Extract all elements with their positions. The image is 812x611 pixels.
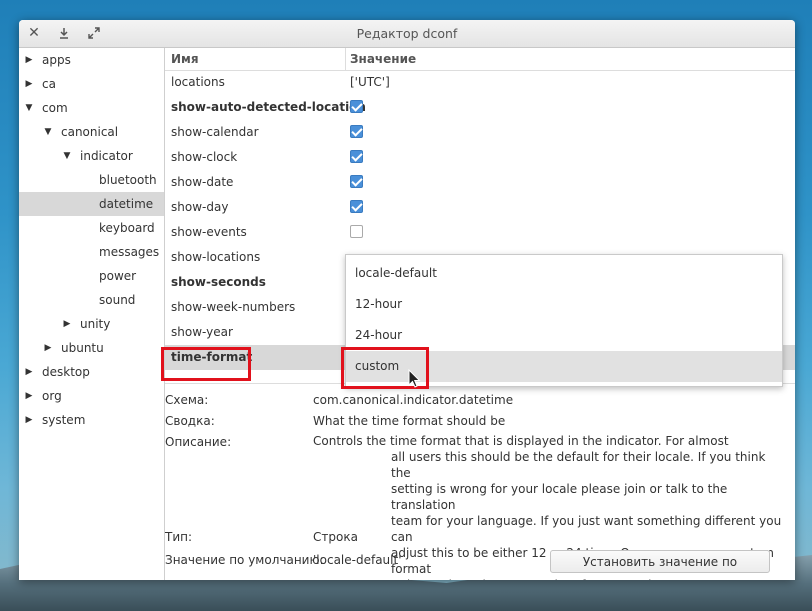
key-name: show-date <box>171 175 234 189</box>
column-header-value[interactable]: Значение <box>350 48 416 70</box>
tree-item-bluetooth[interactable]: bluetooth <box>19 168 164 192</box>
key-row-show-auto-detected-location[interactable]: show-auto-detected-location <box>165 95 795 120</box>
tree-item-keyboard[interactable]: keyboard <box>19 216 164 240</box>
key-value[interactable]: ['UTC'] <box>350 70 390 95</box>
tree-item-power[interactable]: power <box>19 264 164 288</box>
value-checkbox[interactable] <box>350 175 363 188</box>
expander-open-icon[interactable]: ▼ <box>42 120 54 144</box>
reset-default-button[interactable]: Установить значение по умолчанию <box>550 550 770 580</box>
tree-item-label: sound <box>99 293 136 307</box>
type-label: Тип: <box>165 530 193 544</box>
expander-closed-icon[interactable]: ▶ <box>23 48 35 72</box>
tree-item-ubuntu[interactable]: ▶ ubuntu <box>19 336 164 360</box>
tree-item-canonical[interactable]: ▼ canonical <box>19 120 164 144</box>
expander-closed-icon[interactable]: ▶ <box>42 336 54 360</box>
value-checkbox[interactable] <box>350 225 363 238</box>
value-checkbox[interactable] <box>350 125 363 138</box>
tree-item-label: apps <box>42 53 71 67</box>
tree-item-unity[interactable]: ▶ unity <box>19 312 164 336</box>
tree-item-sound[interactable]: sound <box>19 288 164 312</box>
expander-closed-icon[interactable]: ▶ <box>23 72 35 96</box>
key-name: show-clock <box>171 150 238 164</box>
tree-item-label: messages <box>99 245 160 259</box>
key-name: show-events <box>171 225 247 239</box>
key-row-show-date[interactable]: show-date <box>165 170 795 195</box>
schema-tree: ▶ apps ▶ ca ▼ com ▼ canonical ▼ indicator bluetoot… <box>19 48 165 580</box>
key-name: show-seconds <box>171 275 266 289</box>
tree-item-label: bluetooth <box>99 173 157 187</box>
key-name: show-calendar <box>171 125 259 139</box>
tree-item-label: desktop <box>42 365 90 379</box>
key-name: show-year <box>171 325 233 339</box>
tree-item-label: datetime <box>99 197 154 211</box>
description-line: team for your language. If you just want… <box>391 514 782 544</box>
key-details: Схема: com.canonical.indicator.datetime … <box>165 383 795 580</box>
default-value: 'locale-default' <box>313 553 402 567</box>
expander-closed-icon[interactable]: ▶ <box>61 312 73 336</box>
description-line: all users this should be the default for… <box>391 450 766 480</box>
schema-value: com.canonical.indicator.datetime <box>313 393 514 407</box>
tree-item-label: ca <box>42 77 56 91</box>
tree-item-org[interactable]: ▶ org <box>19 384 164 408</box>
tree-item-label: indicator <box>80 149 133 163</box>
tree-item-system[interactable]: ▶ system <box>19 408 164 432</box>
key-row-show-events[interactable]: show-events <box>165 220 795 245</box>
summary-label: Сводка: <box>165 414 215 428</box>
time-format-dropdown: locale-default 12-hour 24-hour custom <box>345 254 783 387</box>
window-title: Редактор dconf <box>356 26 458 41</box>
tree-item-label: keyboard <box>99 221 155 235</box>
type-value: Строка <box>313 530 358 544</box>
dropdown-option-24-hour[interactable]: 24-hour <box>346 320 782 351</box>
tree-item-label: power <box>99 269 137 283</box>
key-row-show-calendar[interactable]: show-calendar <box>165 120 795 145</box>
description-line: string and set the custom-time-format se… <box>391 577 783 580</box>
key-name: show-auto-detected-location <box>171 100 366 114</box>
expander-open-icon[interactable]: ▼ <box>61 144 73 168</box>
dconf-editor-window: ✕ Редактор dconf ▶ apps ▶ ca ▼ com ▼ canonical ▼… <box>19 20 795 580</box>
list-header: Имя Значение <box>165 48 795 71</box>
key-name: show-week-numbers <box>171 300 296 314</box>
tree-item-label: canonical <box>61 125 119 139</box>
key-row-locations[interactable]: locations ['UTC'] <box>165 70 795 95</box>
titlebar: ✕ Редактор dconf <box>19 20 795 48</box>
default-label: Значение по умолчанию: <box>165 553 324 567</box>
tree-item-label: system <box>42 413 86 427</box>
expander-closed-icon[interactable]: ▶ <box>23 360 35 384</box>
tree-item-desktop[interactable]: ▶ desktop <box>19 360 164 384</box>
dropdown-option-locale-default[interactable]: locale-default <box>346 258 782 289</box>
tree-item-datetime[interactable]: datetime <box>19 192 164 216</box>
tree-item-label: org <box>42 389 62 403</box>
summary-value: What the time format should be <box>313 414 506 428</box>
value-checkbox[interactable] <box>350 200 363 213</box>
tree-item-label: ubuntu <box>61 341 104 355</box>
key-row-show-day[interactable]: show-day <box>165 195 795 220</box>
schema-label: Схема: <box>165 393 209 407</box>
tree-item-ca[interactable]: ▶ ca <box>19 72 164 96</box>
expander-closed-icon[interactable]: ▶ <box>23 384 35 408</box>
key-name: time-format <box>171 350 253 364</box>
tree-item-apps[interactable]: ▶ apps <box>19 48 164 72</box>
key-name: locations <box>171 75 225 89</box>
tree-item-indicator[interactable]: ▼ indicator <box>19 144 164 168</box>
description-line: setting is wrong for your locale please … <box>391 482 728 512</box>
tree-item-com[interactable]: ▼ com <box>19 96 164 120</box>
key-name: show-locations <box>171 250 261 264</box>
dropdown-option-12-hour[interactable]: 12-hour <box>346 289 782 320</box>
tree-item-label: com <box>42 101 68 115</box>
column-header-name[interactable]: Имя <box>171 48 199 70</box>
tree-item-label: unity <box>80 317 111 331</box>
description-label: Описание: <box>165 435 232 449</box>
tree-item-messages[interactable]: messages <box>19 240 164 264</box>
value-checkbox[interactable] <box>350 100 363 113</box>
expander-closed-icon[interactable]: ▶ <box>23 408 35 432</box>
value-checkbox[interactable] <box>350 150 363 163</box>
key-name: show-day <box>171 200 229 214</box>
expander-open-icon[interactable]: ▼ <box>23 96 35 120</box>
description-line: Controls the time format that is display… <box>313 434 729 448</box>
key-row-show-clock[interactable]: show-clock <box>165 145 795 170</box>
